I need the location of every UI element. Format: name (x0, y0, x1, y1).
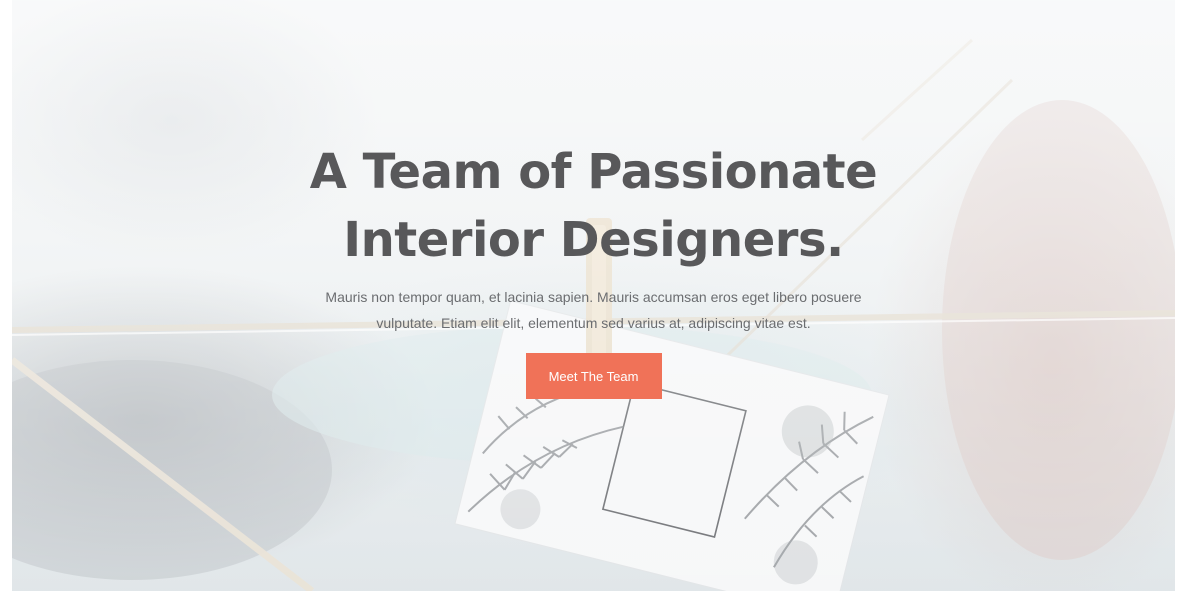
hero-section: A Team of Passionate Interior Designers.… (12, 0, 1175, 591)
meet-the-team-button[interactable]: Meet The Team (525, 353, 662, 399)
hero-subtitle: Mauris non tempor quam, et lacinia sapie… (325, 289, 862, 331)
hero-title-line-2: Interior Designers. (343, 212, 844, 268)
page: A Team of Passionate Interior Designers.… (0, 0, 1179, 591)
hero-title-line-1: A Team of Passionate (309, 144, 878, 200)
hero-content: A Team of Passionate Interior Designers.… (12, 138, 1175, 399)
hero-title: A Team of Passionate Interior Designers. (12, 138, 1175, 274)
